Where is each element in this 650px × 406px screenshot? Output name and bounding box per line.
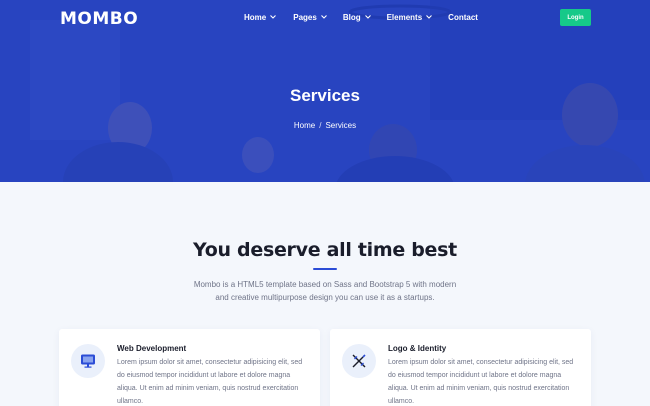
breadcrumb-current: Services [325, 121, 357, 130]
page-title: Services [290, 86, 360, 105]
breadcrumb: Home / Services [0, 121, 650, 130]
service-card-text: Lorem ipsum dolor sit amet, consectetur … [388, 359, 574, 405]
chevron-down-icon [270, 15, 277, 19]
login-button[interactable]: Login [560, 9, 591, 26]
section-title: You deserve all time best [193, 239, 457, 261]
chevron-down-icon [320, 15, 327, 19]
nav-item-label: Pages [293, 12, 317, 22]
page-hero: MOMBO Home Pages Blog Elements Contact L [0, 0, 650, 182]
title-underline [313, 268, 337, 270]
service-card-logo-identity: Logo & Identity Lorem ipsum dolor sit am… [330, 329, 591, 406]
breadcrumb-home-link[interactable]: Home [294, 121, 315, 130]
service-card-title: Web Development [117, 344, 187, 353]
site-logo[interactable]: MOMBO [60, 9, 138, 29]
navbar: MOMBO Home Pages Blog Elements Contact L [0, 0, 650, 36]
nav-item-label: Elements [386, 12, 423, 22]
service-card-web-development: Web Development Lorem ipsum dolor sit am… [59, 329, 320, 406]
nav-menu: Home Pages Blog Elements Contact [244, 12, 478, 22]
nav-item-pages[interactable]: Pages [293, 12, 329, 22]
nav-item-elements[interactable]: Elements [387, 12, 435, 22]
section-description: Mombo is a HTML5 template based on Sass … [193, 280, 457, 302]
nav-item-blog[interactable]: Blog [343, 12, 373, 22]
nav-item-label: Contact [448, 12, 478, 22]
chevron-down-icon [426, 15, 433, 19]
breadcrumb-separator: / [319, 121, 322, 130]
chevron-down-icon [364, 15, 371, 19]
nav-item-label: Blog [342, 12, 361, 22]
nav-item-label: Home [244, 12, 267, 22]
monitor-icon [71, 344, 105, 378]
service-card-title: Logo & Identity [388, 344, 447, 353]
design-tools-icon [342, 344, 376, 378]
nav-item-home[interactable]: Home [244, 12, 278, 22]
service-card-text: Lorem ipsum dolor sit amet, consectetur … [117, 359, 303, 405]
nav-item-contact[interactable]: Contact [448, 12, 478, 22]
